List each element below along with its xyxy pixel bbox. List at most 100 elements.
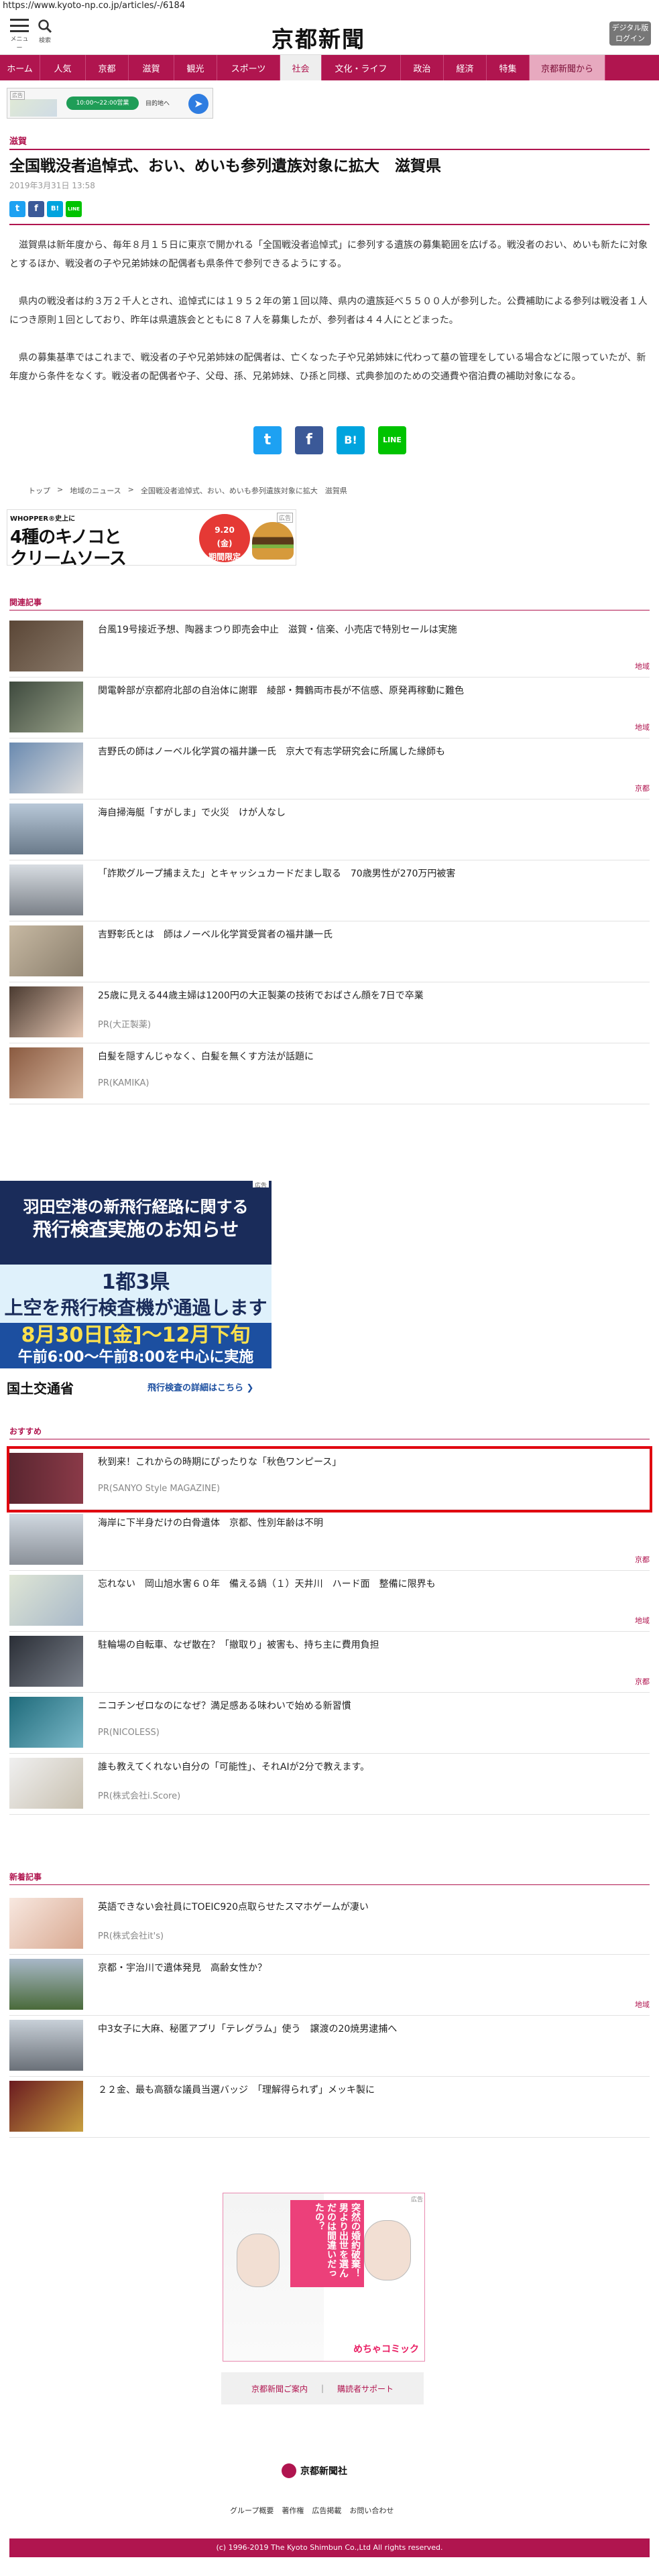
- recommend-section-title: おすすめ: [9, 1427, 42, 1436]
- top-ad-banner[interactable]: 広告 10:00〜22:00営業 目的地へ ➤: [7, 88, 213, 119]
- list-item[interactable]: 誰も教えてくれない自分の「可能性」、それAIが2分で教えます。 PR(株式会社i…: [9, 1754, 650, 1815]
- nav-item-kanko[interactable]: 観光: [174, 55, 217, 80]
- list-item-title: 25歳に見える44歳主婦は1200円の大正製薬の技術でおばさん顔を7日で卒業: [98, 990, 424, 1001]
- haneda-ad-banner[interactable]: 広告 羽田空港の新飛行経路に関する 飛行検査実施のお知らせ 1都3県 上空を飛行…: [0, 1181, 272, 1402]
- list-item-tag: 京都: [635, 784, 650, 793]
- browser-url-bar[interactable]: https://www.kyoto-np.co.jp/articles/-/61…: [0, 0, 659, 13]
- line-share-icon[interactable]: LINE: [378, 426, 406, 454]
- nav-item-culture[interactable]: 文化・ライフ: [322, 55, 401, 80]
- list-item[interactable]: 海自掃海艇「すがしま」で火災 けが人なし: [9, 799, 650, 860]
- list-item-tag: 地域: [635, 2000, 650, 2009]
- hatena-share-icon[interactable]: B!: [47, 201, 63, 217]
- list-item[interactable]: 25歳に見える44歳主婦は1200円の大正製薬の技術でおばさん顔を7日で卒業 P…: [9, 982, 650, 1043]
- company-mark-icon: [282, 2463, 296, 2478]
- thumbnail-image: [9, 1697, 83, 1748]
- list-item[interactable]: ２２金、最も高額な議員当選バッジ 「理解得られず」メッキ製に: [9, 2077, 650, 2138]
- list-item[interactable]: 秋到来！これからの時期にぴったりな「秋色ワンピース」 PR(SANYO Styl…: [7, 1446, 652, 1512]
- breadcrumb-top[interactable]: トップ: [28, 485, 50, 496]
- list-item[interactable]: 英語できない会社員にTOEIC920点取らせたスマホゲームが凄い PR(株式会社…: [9, 1894, 650, 1955]
- list-item[interactable]: 海岸に下半身だけの白骨遺体 京都、性別年齢は不明 京都: [9, 1510, 650, 1571]
- site-logo[interactable]: 京都新聞: [272, 21, 365, 54]
- latest-section-title: 新着記事: [9, 1872, 42, 1882]
- list-item[interactable]: 吉野氏の師はノーベル化学賞の福井謙一氏 京大で有志学研究会に所属した縁師も 京都: [9, 738, 650, 799]
- breadcrumb: トップ > 地域のニュース > 全国戦没者追悼式、おい、めいも参列遺族対象に拡大…: [28, 485, 347, 496]
- thumbnail-image: [9, 986, 83, 1037]
- nav-item-popular[interactable]: 人気: [40, 55, 86, 80]
- subscriber-support-link[interactable]: 購読者サポート: [337, 2383, 394, 2394]
- hatena-share-icon[interactable]: B!: [337, 426, 365, 454]
- category-nav: ホーム 人気 京都 滋賀 観光 スポーツ 社会 文化・ライフ 政治 経済 特集 …: [0, 55, 659, 80]
- manga-character-image: [237, 2234, 280, 2287]
- list-item-tag: 地域: [635, 662, 650, 671]
- list-item[interactable]: 吉野彰氏とは 師はノーベル化学賞受賞者の福井謙一氏: [9, 921, 650, 982]
- nav-item-shiga[interactable]: 滋賀: [129, 55, 174, 80]
- about-link[interactable]: 京都新聞ご案内: [251, 2383, 308, 2394]
- list-item[interactable]: 台風19号接近予想、陶器まつり即売会中止 滋賀・信楽、小売店で特別セールは実施 …: [9, 617, 650, 678]
- search-icon: [38, 19, 52, 34]
- section-divider: [9, 1884, 650, 1885]
- footer-nav-group[interactable]: グループ概要: [230, 2505, 274, 2516]
- article-paragraph: 滋賀県は新年度から、毎年８月１５日に東京で開かれる「全国戦没者追悼式」に参列する…: [9, 240, 648, 269]
- facebook-share-icon[interactable]: f: [295, 426, 323, 454]
- nav-item-society[interactable]: 社会: [280, 55, 322, 80]
- list-item[interactable]: 駐輪場の自転車、なぜ散在？「撤取り」被害も、持ち主に費用負担 京都: [9, 1632, 650, 1693]
- breadcrumb-region[interactable]: 地域のニュース: [70, 485, 121, 496]
- facebook-share-icon[interactable]: f: [28, 201, 44, 217]
- list-item[interactable]: 「詐欺グループ捕まえた」とキャッシュカードだまし取る 70歳男性が270万円被害: [9, 860, 650, 921]
- footer-nav-copyright[interactable]: 著作権: [282, 2505, 304, 2516]
- ad-message: 上空を飛行検査機が通過します: [4, 1297, 267, 1319]
- ad-destination: 目的地へ: [145, 101, 170, 107]
- article-divider: [9, 224, 650, 225]
- nav-item-politics[interactable]: 政治: [401, 55, 444, 80]
- list-item[interactable]: ニコチンゼロなのになぜ？満足感ある味わいで始める新習慣 PR(NICOLESS): [9, 1693, 650, 1754]
- burger-image: [252, 522, 294, 560]
- nav-item-home[interactable]: ホーム: [0, 55, 40, 80]
- list-item-sponsor: PR(株式会社it's): [98, 1931, 164, 1941]
- nav-item-sports[interactable]: スポーツ: [217, 55, 280, 80]
- list-item-tag: 地域: [635, 1616, 650, 1625]
- list-item-sponsor: PR(株式会社i.Score): [98, 1791, 181, 1801]
- nav-item-kyoto[interactable]: 京都: [86, 55, 129, 80]
- line-share-icon[interactable]: LINE: [66, 201, 82, 217]
- footer-nav-contact[interactable]: お問い合わせ: [349, 2505, 394, 2516]
- list-item-title: 吉野彰氏とは 師はノーベル化学賞受賞者の福井謙一氏: [98, 929, 333, 940]
- footer-nav-ads[interactable]: 広告掲載: [312, 2505, 341, 2516]
- list-item-title: 白髪を隠すんじゃなく、白髪を無くす方法が話題に: [98, 1051, 314, 1062]
- list-item[interactable]: 中3女子に大麻、秘匿アプリ「テレグラム」使う 譲渡の20焼男逮捕へ: [9, 2016, 650, 2077]
- thumbnail-image: [9, 1758, 83, 1809]
- list-item-title: 京都・宇治川で遺体発見 高齢女性か？: [98, 1963, 267, 1974]
- burger-ad-banner[interactable]: WHOPPER®史上に 4種のキノコと クリームソース 9.20 (金) 期間限…: [7, 509, 296, 566]
- ad-headline: 飛行検査実施のお知らせ: [32, 1218, 239, 1240]
- list-item-title: 忘れない 岡山旭水害６０年 備える鍋（１）天井川 ハード面 整備に限界も: [98, 1579, 436, 1590]
- list-item[interactable]: 白髪を隠すんじゃなく、白髪を無くす方法が話題に PR(KAMIKA): [9, 1043, 650, 1104]
- list-item[interactable]: 京都・宇治川で遺体発見 高齢女性か？ 地域: [9, 1955, 650, 2016]
- ad-date-seal: 9.20 (金) 期間限定: [199, 514, 250, 562]
- list-item[interactable]: 関電幹部が京都府北部の自治体に謝罪 綾部・舞鶴両市長が不信感、原発再稼動に難色 …: [9, 678, 650, 738]
- thumbnail-image: [9, 1959, 83, 2010]
- twitter-share-icon[interactable]: t: [9, 201, 25, 217]
- article-paragraph: 県内の戦没者は約３万２千人とされ、追悼式には１９５２年の第１回以降、県内の遺族延…: [9, 296, 648, 326]
- nav-item-from-kyoto[interactable]: 京都新聞から: [530, 55, 605, 80]
- directions-arrow-icon[interactable]: ➤: [188, 94, 208, 114]
- list-item[interactable]: 忘れない 岡山旭水害６０年 備える鍋（１）天井川 ハード面 整備に限界も 地域: [9, 1571, 650, 1632]
- nav-item-feature[interactable]: 特集: [487, 55, 530, 80]
- manga-ad-banner[interactable]: 突然の婚約破棄！男より出世を選んだのは間違いだったの？ めちゃコミック 広告: [223, 2193, 425, 2362]
- ad-hours-pill: 10:00〜22:00営業: [66, 96, 139, 110]
- digital-login-button[interactable]: デジタル版 ログイン: [609, 21, 651, 46]
- ad-footer: 国土交通省 飛行検査の詳細はこちら ❯: [0, 1368, 272, 1402]
- search-button[interactable]: 検索: [35, 19, 55, 44]
- nav-item-economy[interactable]: 経済: [444, 55, 487, 80]
- manga-headline: 突然の婚約破棄！男より出世を選んだのは間違いだったの？: [290, 2200, 364, 2287]
- ad-label: 広告: [410, 2197, 423, 2203]
- category-divider: [9, 149, 650, 150]
- thumbnail-image: [9, 864, 83, 915]
- list-item-title: 駐輪場の自転車、なぜ散在？「撤取り」被害も、持ち主に費用負担: [98, 1640, 379, 1651]
- list-item-title: 海岸に下半身だけの白骨遺体 京都、性別年齢は不明: [98, 1518, 323, 1529]
- ad-details-link[interactable]: 飛行検査の詳細はこちら ❯: [147, 1380, 253, 1393]
- footer-logo[interactable]: 京都新聞社: [282, 2463, 347, 2478]
- menu-button[interactable]: メニュー: [8, 19, 31, 52]
- ad-headline: 羽田空港の新飛行経路に関する: [23, 1198, 249, 1216]
- footer-service-links: 京都新聞ご案内 | 購読者サポート: [221, 2372, 424, 2404]
- twitter-share-icon[interactable]: t: [253, 426, 282, 454]
- article-category[interactable]: 滋賀: [9, 134, 27, 147]
